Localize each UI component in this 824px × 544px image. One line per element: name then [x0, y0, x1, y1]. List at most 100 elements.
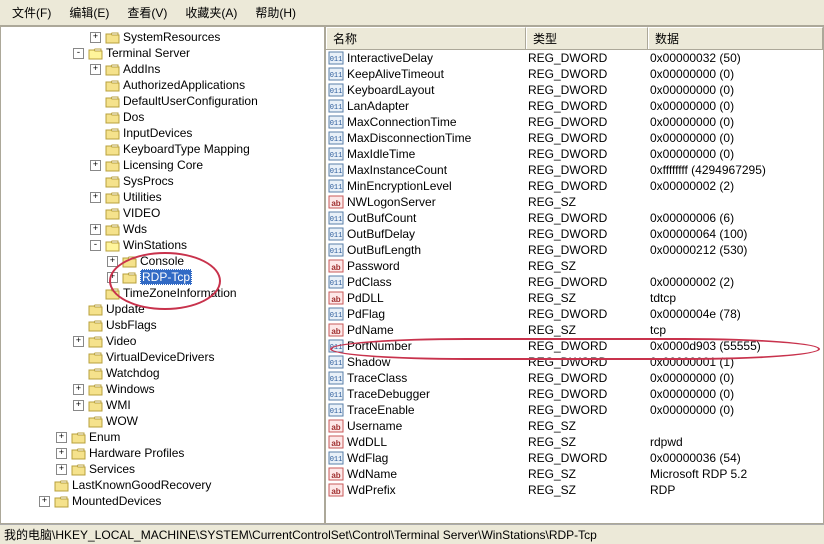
tree-label[interactable]: AuthorizedApplications [123, 78, 245, 92]
tree-item[interactable]: - Terminal Server [1, 45, 324, 61]
value-row[interactable]: 011KeepAliveTimeoutREG_DWORD0x00000000 (… [326, 66, 823, 82]
value-row[interactable]: 011TraceClassREG_DWORD0x00000000 (0) [326, 370, 823, 386]
tree-item[interactable]: SysProcs [1, 173, 324, 189]
expand-icon[interactable]: + [56, 432, 67, 443]
value-row[interactable]: 011OutBufLengthREG_DWORD0x00000212 (530) [326, 242, 823, 258]
expand-icon[interactable]: + [90, 192, 101, 203]
expand-icon[interactable]: + [56, 448, 67, 459]
value-row[interactable]: abUsernameREG_SZ [326, 418, 823, 434]
tree-label[interactable]: Hardware Profiles [89, 446, 184, 460]
value-row[interactable]: 011LanAdapterREG_DWORD0x00000000 (0) [326, 98, 823, 114]
tree-label[interactable]: Services [89, 462, 135, 476]
tree-label[interactable]: Enum [89, 430, 120, 444]
tree-label[interactable]: Console [140, 254, 184, 268]
value-row[interactable]: 011OutBufDelayREG_DWORD0x00000064 (100) [326, 226, 823, 242]
tree-item[interactable]: + Services [1, 461, 324, 477]
tree-label[interactable]: InputDevices [123, 126, 192, 140]
expand-icon[interactable]: + [73, 400, 84, 411]
tree-label[interactable]: WinStations [123, 238, 187, 252]
value-row[interactable]: abWdPrefixREG_SZRDP [326, 482, 823, 498]
tree-label[interactable]: VirtualDeviceDrivers [106, 350, 214, 364]
tree-label[interactable]: TimeZoneInformation [123, 286, 237, 300]
tree-item[interactable]: Dos [1, 109, 324, 125]
tree-item[interactable]: TimeZoneInformation [1, 285, 324, 301]
value-row[interactable]: abNWLogonServerREG_SZ [326, 194, 823, 210]
tree-item[interactable]: + Utilities [1, 189, 324, 205]
tree-item[interactable]: - WinStations [1, 237, 324, 253]
expand-icon[interactable]: + [107, 272, 118, 283]
expand-icon[interactable]: + [73, 336, 84, 347]
expand-icon[interactable]: + [56, 464, 67, 475]
tree-label[interactable]: Video [106, 334, 136, 348]
tree-label[interactable]: Windows [106, 382, 155, 396]
expand-icon[interactable]: + [39, 496, 50, 507]
tree-label[interactable]: MountedDevices [72, 494, 161, 508]
value-row[interactable]: 011KeyboardLayoutREG_DWORD0x00000000 (0) [326, 82, 823, 98]
tree-item[interactable]: WOW [1, 413, 324, 429]
tree-item[interactable]: Update [1, 301, 324, 317]
menu-favorites[interactable]: 收藏夹(A) [177, 2, 245, 23]
value-row[interactable]: 011InteractiveDelayREG_DWORD0x00000032 (… [326, 50, 823, 66]
menu-file[interactable]: 文件(F) [4, 2, 59, 23]
expand-icon[interactable]: + [90, 32, 101, 43]
tree-label[interactable]: UsbFlags [106, 318, 157, 332]
tree-label[interactable]: VIDEO [123, 206, 160, 220]
tree-item[interactable]: + Windows [1, 381, 324, 397]
tree-label[interactable]: Utilities [123, 190, 162, 204]
tree-item[interactable]: +WMI [1, 397, 324, 413]
value-row[interactable]: abPdDLLREG_SZtdtcp [326, 290, 823, 306]
tree-item[interactable]: InputDevices [1, 125, 324, 141]
tree-item[interactable]: + MountedDevices [1, 493, 324, 509]
tree-label[interactable]: WOW [106, 414, 138, 428]
tree-item[interactable]: VIDEO [1, 205, 324, 221]
tree-label[interactable]: Terminal Server [106, 46, 190, 60]
value-row[interactable]: 011MaxConnectionTimeREG_DWORD0x00000000 … [326, 114, 823, 130]
tree-label[interactable]: Update [106, 302, 145, 316]
tree-label[interactable]: SystemResources [123, 30, 220, 44]
tree-item[interactable]: LastKnownGoodRecovery [1, 477, 324, 493]
expand-icon[interactable]: + [90, 160, 101, 171]
list-pane[interactable]: 名称 类型 数据 011InteractiveDelayREG_DWORD0x0… [326, 27, 823, 523]
value-row[interactable]: 011WdFlagREG_DWORD0x00000036 (54) [326, 450, 823, 466]
value-row[interactable]: 011MaxDisconnectionTimeREG_DWORD0x000000… [326, 130, 823, 146]
value-row[interactable]: abPdNameREG_SZtcp [326, 322, 823, 338]
tree-item[interactable]: + Licensing Core [1, 157, 324, 173]
value-row[interactable]: 011PdClassREG_DWORD0x00000002 (2) [326, 274, 823, 290]
value-row[interactable]: 011MaxInstanceCountREG_DWORD0xffffffff (… [326, 162, 823, 178]
tree-label[interactable]: DefaultUserConfiguration [123, 94, 258, 108]
value-row[interactable]: abWdNameREG_SZMicrosoft RDP 5.2 [326, 466, 823, 482]
col-header-type[interactable]: 类型 [526, 27, 648, 49]
tree-label[interactable]: Wds [123, 222, 147, 236]
expand-icon[interactable]: + [73, 384, 84, 395]
expand-icon[interactable]: + [90, 224, 101, 235]
col-header-name[interactable]: 名称 [326, 27, 526, 49]
tree-item[interactable]: + Wds [1, 221, 324, 237]
col-header-data[interactable]: 数据 [648, 27, 823, 49]
expand-icon[interactable]: + [90, 64, 101, 75]
tree-label[interactable]: RDP-Tcp [140, 269, 192, 285]
value-row[interactable]: abWdDLLREG_SZrdpwd [326, 434, 823, 450]
tree-label[interactable]: KeyboardType Mapping [123, 142, 250, 156]
tree-item[interactable]: + Hardware Profiles [1, 445, 324, 461]
tree-item[interactable]: + Video [1, 333, 324, 349]
collapse-icon[interactable]: - [73, 48, 84, 59]
value-row[interactable]: 011TraceEnableREG_DWORD0x00000000 (0) [326, 402, 823, 418]
expand-icon[interactable]: + [107, 256, 118, 267]
value-row[interactable]: 011ShadowREG_DWORD0x00000001 (1) [326, 354, 823, 370]
menu-help[interactable]: 帮助(H) [247, 2, 304, 23]
tree-item[interactable]: + SystemResources [1, 29, 324, 45]
menu-view[interactable]: 查看(V) [119, 2, 175, 23]
tree-item[interactable]: VirtualDeviceDrivers [1, 349, 324, 365]
value-row[interactable]: 011MinEncryptionLevelREG_DWORD0x00000002… [326, 178, 823, 194]
tree-label[interactable]: Licensing Core [123, 158, 203, 172]
tree-label[interactable]: LastKnownGoodRecovery [72, 478, 211, 492]
tree-item[interactable]: +AddIns [1, 61, 324, 77]
tree-item[interactable]: UsbFlags [1, 317, 324, 333]
tree-label[interactable]: SysProcs [123, 174, 174, 188]
value-row[interactable]: 011OutBufCountREG_DWORD0x00000006 (6) [326, 210, 823, 226]
tree-item[interactable]: + Enum [1, 429, 324, 445]
collapse-icon[interactable]: - [90, 240, 101, 251]
value-row[interactable]: 011PortNumberREG_DWORD0x0000d903 (55555) [326, 338, 823, 354]
tree-label[interactable]: Dos [123, 110, 144, 124]
tree-item[interactable]: KeyboardType Mapping [1, 141, 324, 157]
